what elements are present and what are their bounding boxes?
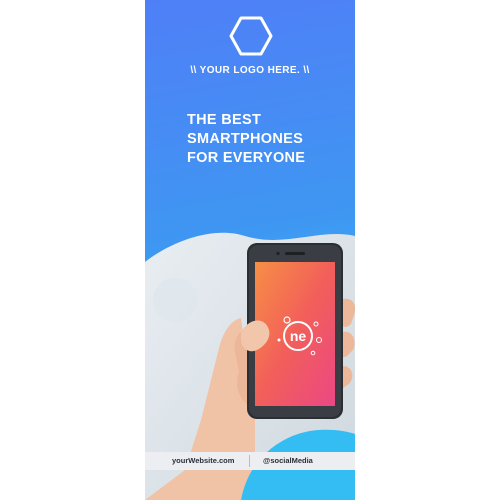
footer-divider	[249, 455, 250, 467]
rollup-banner: \\ YOUR LOGO HERE. \\ THE BEST SMARTPHON…	[145, 0, 355, 500]
website-text: yourWebsite.com	[172, 456, 235, 465]
bottom-wave-shape	[241, 429, 355, 500]
footer-bar: yourWebsite.com @socialMedia	[145, 452, 355, 470]
social-media-text: @socialMedia	[263, 456, 313, 465]
